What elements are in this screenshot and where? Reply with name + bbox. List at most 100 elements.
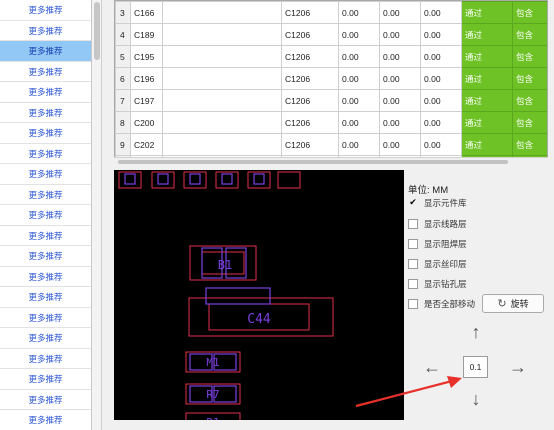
- option-label: 显示钻孔层: [424, 278, 467, 289]
- cell-x-offset: 0.00: [338, 23, 380, 46]
- recommend-list-item[interactable]: 更多推荐: [0, 41, 91, 62]
- cell-status: 通过: [461, 111, 513, 134]
- cell-package: C1206: [281, 67, 339, 90]
- recommend-list-item[interactable]: 更多推荐: [0, 62, 91, 82]
- recommend-list-item[interactable]: 更多推荐: [0, 287, 91, 308]
- cell-designator: C200: [130, 111, 163, 134]
- cell-library: 包含: [512, 67, 547, 90]
- cell-x-offset: 0.00: [338, 67, 380, 90]
- recommend-list-item[interactable]: 更多推荐: [0, 328, 91, 349]
- checkbox-box[interactable]: [408, 298, 418, 309]
- checkmark-icon[interactable]: ✔: [408, 198, 418, 208]
- list-scrollbar-thumb[interactable]: [94, 2, 100, 60]
- move-left-arrow-icon[interactable]: ←: [420, 355, 444, 379]
- cell-library: 包含: [512, 89, 547, 112]
- recommend-list-item[interactable]: 更多推荐: [0, 103, 91, 123]
- cell-rotation: 0.00: [420, 133, 462, 156]
- cell-rotation: 0.00: [420, 23, 462, 46]
- recommend-list-item[interactable]: 更多推荐: [0, 144, 91, 164]
- recommend-list-item[interactable]: 更多推荐: [0, 82, 91, 103]
- cell-value: [162, 67, 282, 90]
- option-checkbox[interactable]: 显示线路层: [408, 217, 467, 230]
- cell-y-offset: 0.00: [379, 45, 421, 68]
- move-right-arrow-icon[interactable]: →: [506, 355, 530, 379]
- cell-row-index: 9: [115, 133, 131, 156]
- pcb-label-r1: R1: [206, 416, 219, 420]
- cell-status: 通过: [461, 133, 513, 156]
- recommend-list-item[interactable]: 更多推荐: [0, 205, 91, 226]
- cell-value: [162, 111, 282, 134]
- recommend-list-item[interactable]: 更多推荐: [0, 0, 91, 21]
- option-label: 显示元件库: [424, 197, 467, 208]
- checkbox-box[interactable]: [408, 238, 418, 249]
- option-checkbox[interactable]: 显示钻孔层: [408, 277, 467, 290]
- rotate-button[interactable]: ↻ 旋转: [482, 294, 544, 313]
- recommend-list-item[interactable]: 更多推荐: [0, 226, 91, 246]
- pcb-preview-canvas[interactable]: B1 C44 M1 R7 R1: [114, 170, 404, 420]
- option-checkbox[interactable]: 是否全部移动: [408, 297, 475, 310]
- option-label: 显示线路层: [424, 218, 467, 229]
- pcb-pad: [189, 173, 201, 185]
- recommend-list-item[interactable]: 更多推荐: [0, 369, 91, 390]
- checkbox-box[interactable]: [408, 258, 418, 269]
- table-row[interactable]: 8 C200 C1206 0.00 0.00 0.00 通过 包含: [115, 111, 547, 134]
- cell-value: [162, 89, 282, 112]
- move-up-arrow-icon[interactable]: ↑: [464, 320, 488, 344]
- option-checkbox[interactable]: 显示阻焊层: [408, 237, 467, 250]
- cell-status: 通过: [461, 89, 513, 112]
- step-input[interactable]: 0.1: [463, 356, 488, 378]
- cell-status: 通过: [461, 23, 513, 46]
- checkbox-box[interactable]: [408, 278, 418, 289]
- cell-row-index: 6: [115, 67, 131, 90]
- recommend-list-item[interactable]: 更多推荐: [0, 123, 91, 144]
- cell-package: C1206: [281, 133, 339, 156]
- table-row[interactable]: 3 C166 C1206 0.00 0.00 0.00 通过 包含: [115, 1, 547, 24]
- table-hscrollbar[interactable]: [114, 157, 548, 165]
- table-row[interactable]: 9 C202 C1206 0.00 0.00 0.00 通过 包含: [115, 133, 547, 156]
- cell-designator: C196: [130, 67, 163, 90]
- option-checkbox[interactable]: 显示丝印层: [408, 257, 467, 270]
- recommend-list-item[interactable]: 更多推荐: [0, 410, 91, 430]
- cell-y-offset: 0.00: [379, 67, 421, 90]
- move-down-arrow-icon[interactable]: ↓: [464, 387, 488, 411]
- pcb-pad: [253, 173, 265, 185]
- cell-designator: C197: [130, 89, 163, 112]
- component-table: 3 C166 C1206 0.00 0.00 0.00 通过 包含 4 C189 C1206 0.00…: [114, 0, 548, 164]
- cell-library: 包含: [512, 45, 547, 68]
- recommend-list-item[interactable]: 更多推荐: [0, 267, 91, 287]
- recommend-list-item[interactable]: 更多推荐: [0, 21, 91, 41]
- recommend-list-item[interactable]: 更多推荐: [0, 164, 91, 185]
- list-scrollbar[interactable]: [92, 0, 102, 430]
- recommend-list-item[interactable]: 更多推荐: [0, 349, 91, 369]
- option-checkbox[interactable]: ✔ 显示元件库: [408, 196, 467, 209]
- recommend-list-item[interactable]: 更多推荐: [0, 390, 91, 410]
- table-row[interactable]: 4 C189 C1206 0.00 0.00 0.00 通过 包含: [115, 23, 547, 46]
- option-label: 显示丝印层: [424, 258, 467, 269]
- pcb-part-outline: [277, 171, 301, 189]
- cell-row-index: 8: [115, 111, 131, 134]
- recommend-list-item[interactable]: 更多推荐: [0, 308, 91, 328]
- cell-designator: C202: [130, 133, 163, 156]
- recommend-list-item[interactable]: 更多推荐: [0, 185, 91, 205]
- table-row[interactable]: 5 C195 C1206 0.00 0.00 0.00 通过 包含: [115, 45, 547, 68]
- cell-y-offset: 0.00: [379, 23, 421, 46]
- pcb-label-b1: B1: [218, 258, 232, 272]
- cell-package: C1206: [281, 23, 339, 46]
- pcb-pad-c44-top: [205, 287, 271, 305]
- cell-y-offset: 0.00: [379, 89, 421, 112]
- recommend-list: 更多推荐 更多推荐 更多推荐 更多推荐 更多推荐 更多推荐 更多推荐 更多推荐 更多推荐 更多推荐…: [0, 0, 92, 430]
- cell-x-offset: 0.00: [338, 89, 380, 112]
- cell-value: [162, 1, 282, 24]
- cell-value: [162, 23, 282, 46]
- pcb-pad: [221, 173, 233, 185]
- cell-library: 包含: [512, 23, 547, 46]
- checkbox-box[interactable]: [408, 218, 418, 229]
- cell-row-index: 3: [115, 1, 131, 24]
- recommend-list-item[interactable]: 更多推荐: [0, 246, 91, 267]
- table-hscrollbar-thumb[interactable]: [118, 160, 508, 164]
- cell-package: C1206: [281, 1, 339, 24]
- cell-value: [162, 133, 282, 156]
- table-row[interactable]: 6 C196 C1206 0.00 0.00 0.00 通过 包含: [115, 67, 547, 90]
- table-row[interactable]: 7 C197 C1206 0.00 0.00 0.00 通过 包含: [115, 89, 547, 112]
- rotate-icon: ↻: [497, 298, 507, 310]
